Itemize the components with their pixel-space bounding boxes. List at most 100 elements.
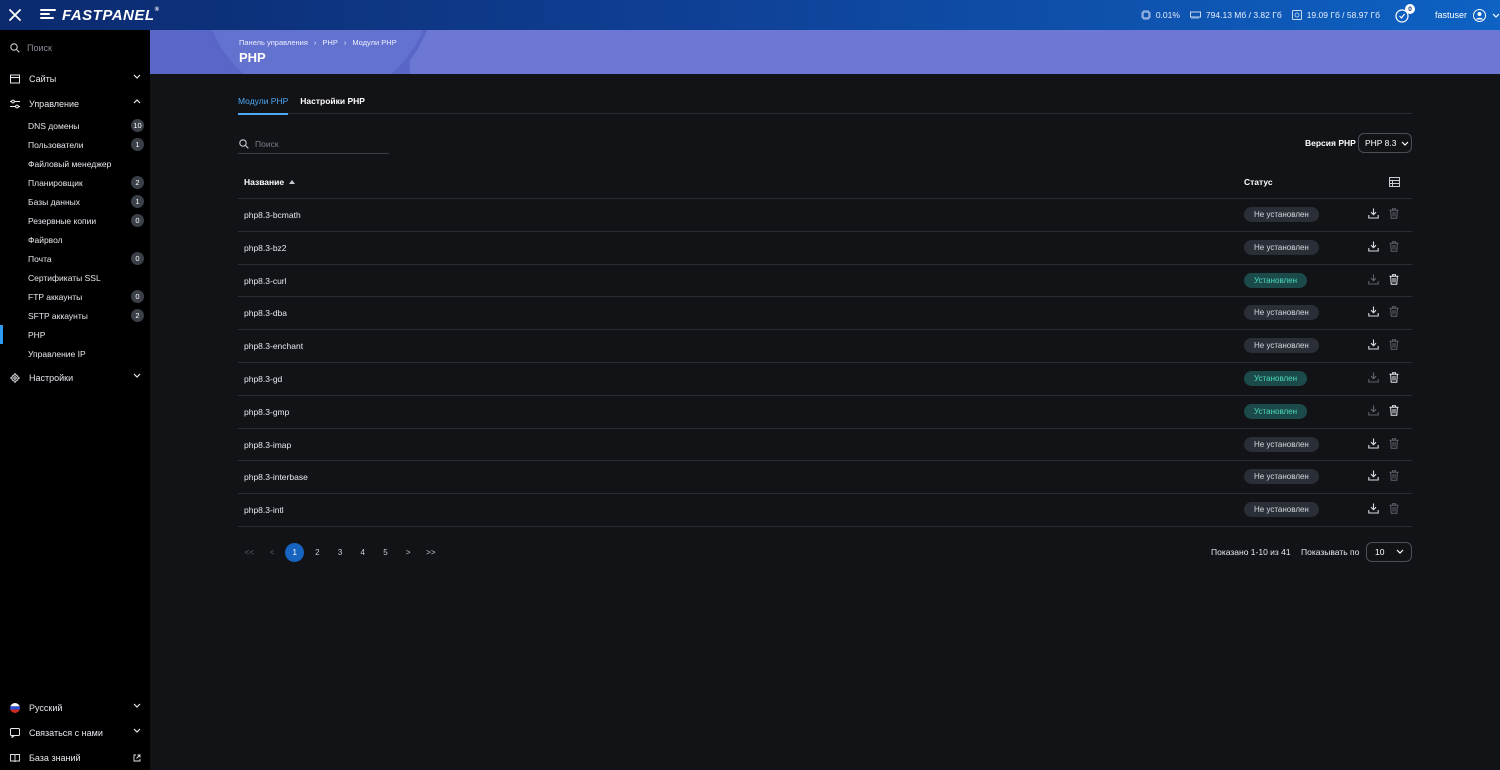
count-badge: 2 [131,176,144,189]
management-submenu: DNS домены 10 Пользователи 1 Файловый мене… [0,116,150,363]
page-4-button[interactable]: 4 [351,542,374,562]
install-icon [1368,208,1379,219]
install-button[interactable] [1368,306,1379,320]
chevron-down-icon [133,74,141,79]
sidebar-item-management[interactable]: Управление [0,91,150,116]
status-badge: Не установлен [1244,239,1319,255]
breadcrumb-php[interactable]: PHP [322,38,337,47]
status-badge: Не установлен [1244,207,1319,222]
delete-button[interactable] [1389,372,1399,386]
install-icon [1368,405,1379,416]
user-menu[interactable]: fastuser [1435,0,1500,30]
tab-php-settings[interactable]: Настройки PHP [300,88,365,114]
sidebar-item-file-manager[interactable]: Файловый менеджер [0,154,150,173]
sidebar-item-firewall[interactable]: Файрвол [0,230,150,249]
sidebar-item-sftp[interactable]: SFTP аккаунты 2 [0,306,150,325]
logo[interactable]: FASTPANEL® [40,7,159,24]
trash-icon [1389,306,1399,318]
sidebar-item-ssl[interactable]: Сертификаты SSL [0,268,150,287]
table-header: Название Статус [238,166,1412,199]
breadcrumb-dashboard[interactable]: Панель управления [239,38,308,47]
delete-button[interactable] [1389,503,1399,517]
count-badge: 0 [131,290,144,303]
status-badge: Не установлен [1244,502,1319,518]
knowledge-base-link[interactable]: База знаний [0,745,150,770]
sidebar-item-backups[interactable]: Резервные копии 0 [0,211,150,230]
breadcrumb-separator: › [343,38,347,47]
delete-button[interactable] [1389,405,1399,419]
breadcrumb-separator: › [313,38,317,47]
install-button[interactable] [1368,208,1379,222]
install-button[interactable] [1368,339,1379,353]
delete-button[interactable] [1389,437,1399,452]
install-button[interactable] [1368,470,1379,484]
sidebar-item-settings[interactable]: Настройки [0,365,150,390]
page-3-button[interactable]: 3 [329,542,352,562]
chevron-down-icon [133,728,141,733]
install-button[interactable] [1368,274,1379,288]
trash-icon [1389,372,1399,383]
module-name: php8.3-interbase [244,472,308,483]
delete-button[interactable] [1389,208,1399,222]
tab-php-modules[interactable]: Модули PHP [238,88,289,115]
sliders-icon [10,99,20,108]
install-button[interactable] [1368,241,1379,255]
module-name: php8.3-gmp [244,406,290,417]
module-name: php8.3-bcmath [244,210,301,220]
status-badge: Установлен [1244,272,1308,288]
logo-text: FASTPANEL® [62,6,160,24]
next-page-button[interactable]: > [397,542,420,562]
module-name: php8.3-dba [244,308,288,319]
install-icon [1368,503,1379,514]
disk-icon [1291,10,1302,20]
sidebar-search[interactable]: Поиск [0,30,150,66]
search-input[interactable] [255,138,375,149]
php-version-select[interactable]: PHP 8.3 [1358,133,1412,153]
install-button[interactable] [1368,372,1379,386]
sidebar-item-ip[interactable]: Управление IP [0,344,150,363]
prev-page-button[interactable]: < [261,542,284,562]
sidebar-item-scheduler[interactable]: Планировщик 2 [0,173,150,192]
table-row: php8.3-dba Не установлен [238,297,1412,331]
count-badge: 0 [131,214,144,227]
sidebar-item-users[interactable]: Пользователи 1 [0,135,150,154]
install-icon [1368,306,1379,317]
close-menu-button[interactable] [0,0,30,30]
language-selector[interactable]: Русский [0,695,150,720]
page-5-button[interactable]: 5 [374,542,397,562]
trash-icon [1389,503,1399,514]
install-button[interactable] [1368,405,1379,419]
sidebar-item-sites[interactable]: Сайты [0,66,150,91]
first-page-button[interactable]: << [238,542,261,562]
tabs: Модули PHP Настройки PHP [238,88,1412,115]
delete-button[interactable] [1389,306,1399,320]
column-name-header[interactable]: Название [244,177,296,187]
contact-us[interactable]: Связаться с нами [0,720,150,745]
sidebar-item-dns[interactable]: DNS домены 10 [0,116,150,135]
sidebar-search-placeholder: Поиск [27,43,52,53]
install-button[interactable] [1368,503,1379,517]
delete-button[interactable] [1389,241,1399,255]
page-1-button[interactable]: 1 [283,542,306,562]
chat-icon [10,727,20,738]
sidebar-item-mail[interactable]: Почта 0 [0,249,150,268]
page-2-button[interactable]: 2 [306,542,329,562]
delete-button[interactable] [1389,273,1399,288]
per-page-select[interactable]: 10 [1366,542,1412,562]
trash-icon [1389,241,1399,252]
sidebar-item-databases[interactable]: Базы данных 1 [0,192,150,211]
logo-icon [40,9,56,21]
ram-stat: 794.13 Мб / 3.82 Гб [1189,10,1282,20]
delete-button[interactable] [1389,339,1399,353]
columns-settings-icon[interactable] [1389,177,1400,187]
module-name: php8.3-curl [244,275,287,286]
trash-icon [1389,339,1399,350]
count-badge: 1 [131,138,144,151]
delete-button[interactable] [1389,470,1399,484]
install-icon [1368,470,1379,481]
sidebar-item-ftp[interactable]: FTP аккаунты 0 [0,287,150,306]
trash-icon [1389,405,1399,416]
last-page-button[interactable]: >> [420,542,443,562]
install-button[interactable] [1368,438,1379,452]
sidebar-item-php[interactable]: PHP [0,325,150,344]
